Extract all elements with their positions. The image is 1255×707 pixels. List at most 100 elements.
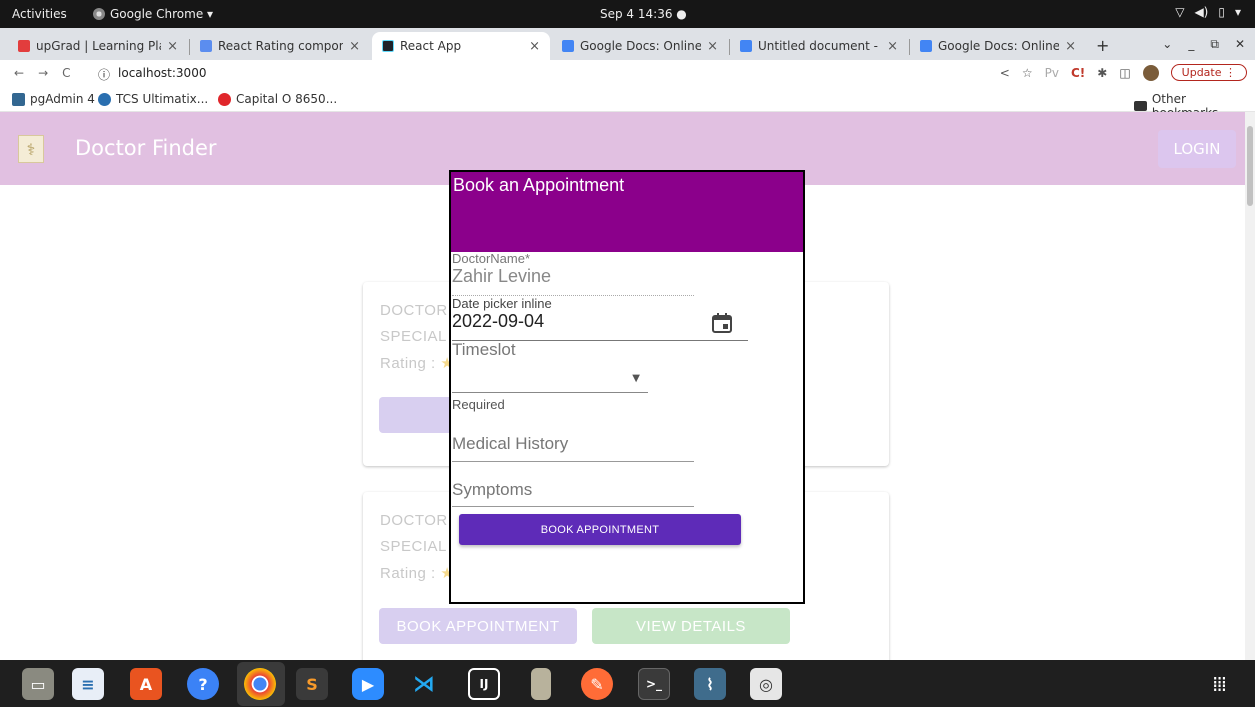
minimize-icon[interactable]: _ xyxy=(1188,37,1194,52)
doctor-specialty: SPECIAL xyxy=(380,328,447,345)
date-picker-label: Date picker inline xyxy=(452,296,552,311)
timeslot-label: Timeslot xyxy=(452,340,516,359)
upgrad-favicon xyxy=(18,40,30,52)
modal-header: Book an Appointment xyxy=(451,172,803,252)
bookmark-capital-o[interactable]: Capital O 8650... xyxy=(218,92,337,106)
share-icon[interactable]: < xyxy=(1000,66,1010,80)
mysql-workbench-icon[interactable]: ⌇ xyxy=(694,668,726,700)
postman-icon[interactable]: ✎ xyxy=(581,668,613,700)
chrome-icon[interactable] xyxy=(244,668,276,700)
archive-icon[interactable] xyxy=(531,668,551,700)
medical-history-placeholder: Medical History xyxy=(452,434,569,453)
close-icon[interactable]: × xyxy=(1065,39,1076,54)
doctor-rating: Rating : ★ xyxy=(380,564,454,582)
medical-history-field[interactable]: Medical History xyxy=(452,434,694,454)
tab-untitled-document[interactable]: Untitled document - Goo × xyxy=(730,32,908,60)
help-icon[interactable]: ? xyxy=(187,668,219,700)
react-favicon xyxy=(382,40,394,52)
calendar-icon[interactable] xyxy=(711,312,733,334)
bookmark-tcs[interactable]: TCS Ultimatix... xyxy=(98,92,208,106)
tab-search-icon[interactable]: ⌄ xyxy=(1162,37,1172,52)
bookmark-star-icon[interactable]: ☆ xyxy=(1022,66,1033,80)
date-value[interactable]: 2022-09-04 xyxy=(452,311,748,332)
activities-button[interactable]: Activities xyxy=(12,7,67,21)
react-rating-favicon xyxy=(200,40,212,52)
forward-icon[interactable]: → xyxy=(38,66,48,80)
close-icon[interactable]: × xyxy=(349,39,360,54)
sublime-icon[interactable]: S xyxy=(296,668,328,700)
tab-google-docs-2[interactable]: Google Docs: Online Do × xyxy=(910,32,1086,60)
zoom-icon[interactable]: ▶ xyxy=(352,668,384,700)
doctor-name-label: DoctorName* xyxy=(452,251,531,266)
battery-icon: ▯ xyxy=(1218,5,1225,19)
symptoms-underline xyxy=(452,506,694,507)
tab-title: Google Docs: Online Do xyxy=(938,39,1060,53)
timeslot-select[interactable]: ▼ xyxy=(452,367,648,393)
url-text: localhost:3000 xyxy=(118,66,207,80)
book-appointment-submit-button[interactable]: BOOK APPOINTMENT xyxy=(459,514,741,545)
extension-pv-icon[interactable]: Pv xyxy=(1045,66,1059,80)
update-button[interactable]: Update ⋮ xyxy=(1170,64,1247,81)
doctor-name-value: Zahir Levine xyxy=(452,266,552,286)
chrome-icon xyxy=(93,8,105,20)
profile-avatar[interactable] xyxy=(1142,64,1159,81)
system-tray[interactable]: ▽ ◀) ▯ ▾ xyxy=(1175,5,1241,19)
extensions-puzzle-icon[interactable]: ✱ xyxy=(1097,66,1107,80)
writer-icon[interactable]: ≡ xyxy=(72,668,104,700)
menu-icon: ⋮ xyxy=(1225,66,1236,79)
appointment-modal: Book an Appointment DoctorName* Zahir Le… xyxy=(449,170,805,604)
back-icon[interactable]: ← xyxy=(14,66,24,80)
view-details-button[interactable]: VIEW DETAILS xyxy=(592,608,790,644)
show-applications-icon[interactable]: ⁞⁞⁞ xyxy=(1212,672,1227,696)
app-menu[interactable]: Google Chrome ▾ xyxy=(93,7,213,21)
restore-icon[interactable]: ⧉ xyxy=(1210,37,1219,52)
reload-icon[interactable]: C xyxy=(62,66,70,80)
close-icon[interactable]: × xyxy=(707,39,718,54)
doctor-name: DOCTOR xyxy=(380,512,448,529)
bookmark-pgadmin[interactable]: pgAdmin 4 xyxy=(12,92,95,106)
files-icon[interactable]: ▭ xyxy=(22,668,54,700)
oyo-icon xyxy=(218,92,231,106)
pgadmin-icon xyxy=(12,92,25,106)
tcs-icon xyxy=(98,92,111,106)
window-controls: ⌄ _ ⧉ ✕ xyxy=(1162,37,1245,52)
side-panel-icon[interactable]: ◫ xyxy=(1119,66,1130,80)
intellij-icon[interactable]: IJ xyxy=(468,668,500,700)
address-bar[interactable]: ⓘ localhost:3000 xyxy=(98,66,206,83)
medical-history-underline xyxy=(452,461,694,462)
login-button[interactable]: LOGIN xyxy=(1158,130,1236,168)
doctor-specialty: SPECIAL xyxy=(380,538,447,555)
tab-react-app[interactable]: React App × xyxy=(372,32,550,60)
rating-label: Rating : xyxy=(380,565,436,582)
site-info-icon[interactable]: ⓘ xyxy=(98,66,110,83)
doctor-rating: Rating : ★ xyxy=(380,354,454,372)
tab-strip: upGrad | Learning Platfo × React Rating … xyxy=(0,28,1255,60)
software-icon[interactable]: A xyxy=(130,668,162,700)
ubuntu-dock: ▭ ≡ A ? S ▶ ⋊ IJ ✎ >_ ⌇ ◎ ⁞⁞⁞ xyxy=(0,660,1255,707)
screenshot-icon[interactable]: ◎ xyxy=(750,668,782,700)
page-scrollbar[interactable] xyxy=(1245,112,1255,660)
date-picker-field[interactable]: Date picker inline 2022-09-04 xyxy=(452,296,748,332)
tab-upgrad[interactable]: upGrad | Learning Platfo × xyxy=(8,32,188,60)
volume-icon: ◀) xyxy=(1194,5,1209,19)
toolbar-actions: < ☆ Pv C! ✱ ◫ Update ⋮ xyxy=(1000,64,1247,81)
vscode-icon[interactable]: ⋊ xyxy=(408,668,440,700)
tab-google-docs-1[interactable]: Google Docs: Online Do × xyxy=(552,32,728,60)
scrollbar-thumb[interactable] xyxy=(1247,126,1253,206)
extension-c-icon[interactable]: C! xyxy=(1071,66,1085,80)
close-icon[interactable]: × xyxy=(529,39,540,54)
caduceus-logo-icon: ⚕ xyxy=(18,135,44,163)
terminal-icon[interactable]: >_ xyxy=(638,668,670,700)
timeslot-helper-wrap: Required xyxy=(452,397,505,412)
bookmark-label: TCS Ultimatix... xyxy=(116,92,209,106)
tab-react-rating[interactable]: React Rating componen × xyxy=(190,32,370,60)
close-window-icon[interactable]: ✕ xyxy=(1235,37,1245,52)
new-tab-button[interactable]: + xyxy=(1096,36,1109,55)
close-icon[interactable]: × xyxy=(887,39,898,54)
update-label: Update xyxy=(1181,66,1222,79)
close-icon[interactable]: × xyxy=(167,39,178,54)
symptoms-field[interactable]: Symptoms xyxy=(452,480,694,500)
book-appointment-button[interactable]: BOOK APPOINTMENT xyxy=(379,608,577,644)
rating-label: Rating : xyxy=(380,355,436,372)
clock[interactable]: Sep 4 14:36 ● xyxy=(600,7,687,21)
